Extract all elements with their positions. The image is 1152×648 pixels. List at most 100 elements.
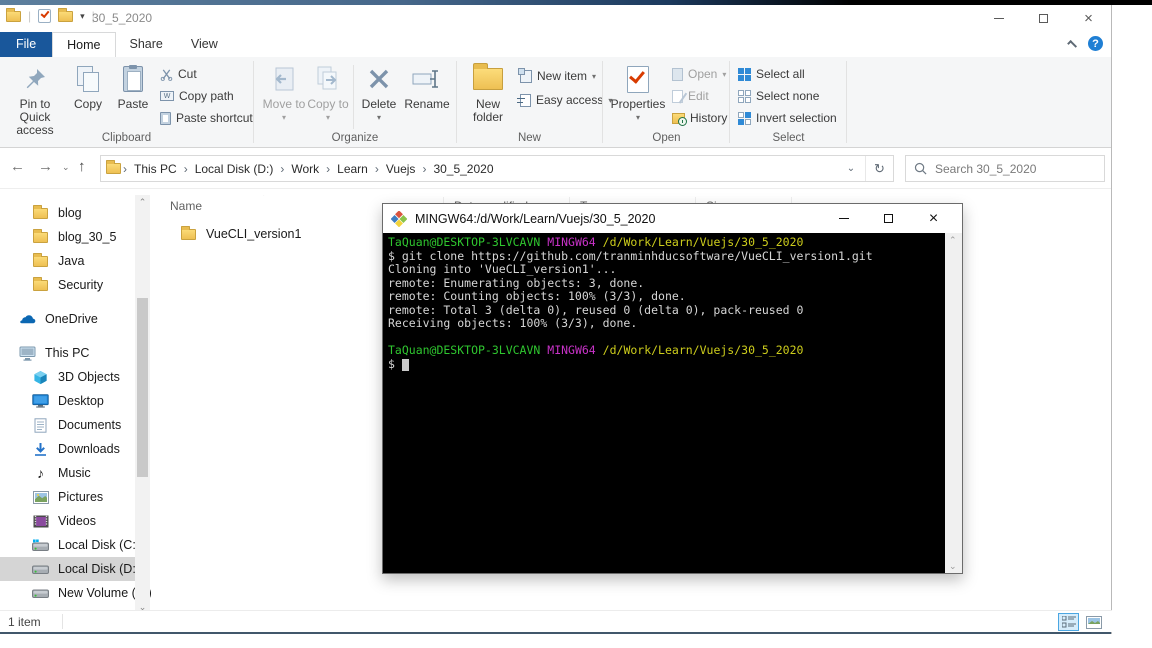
terminal-close-button[interactable]: × (911, 204, 956, 233)
copy-path-button[interactable]: W Copy path (160, 87, 234, 105)
terminal-scroll-up-icon[interactable]: ⌃ (949, 236, 957, 245)
rename-button[interactable]: Rename (401, 63, 453, 111)
folder-icon (105, 160, 122, 177)
invert-selection-button[interactable]: Invert selection (738, 109, 837, 127)
properties-button[interactable]: Properties ▾ (610, 63, 666, 124)
search-box[interactable] (905, 155, 1105, 182)
pin-to-quick-access-button[interactable]: Pin to Quick access (6, 63, 64, 137)
sidebar-item-local-disk-c[interactable]: Local Disk (C:) (0, 533, 140, 557)
minimize-button[interactable] (976, 5, 1021, 32)
maximize-button[interactable] (1021, 5, 1066, 32)
edit-button[interactable]: Edit (672, 87, 709, 105)
sidebar-item-onedrive[interactable]: OneDrive (0, 307, 135, 331)
dropdown-caret-icon: ▾ (722, 69, 727, 79)
sidebar-item-label: This PC (45, 346, 90, 360)
breadcrumb-item[interactable]: Local Disk (D:) (189, 162, 280, 176)
sidebar-item-desktop[interactable]: Desktop (0, 389, 135, 413)
sidebar-item-blog-30-5[interactable]: blog_30_5 (0, 225, 135, 249)
qat-customize-caret-icon[interactable]: ▾ (80, 11, 85, 22)
pin-icon (23, 63, 47, 95)
open-button[interactable]: Open ▾ (672, 65, 726, 83)
history-button[interactable]: History (672, 109, 727, 127)
tab-view[interactable]: View (177, 32, 232, 57)
sort-ascending-icon (255, 195, 265, 199)
tab-file[interactable]: File (0, 32, 53, 57)
sidebar-item-new-volume-e[interactable]: New Volume (E:) (0, 581, 152, 605)
tab-home[interactable]: Home (52, 32, 116, 57)
move-to-button[interactable]: Move to ▾ (262, 63, 306, 124)
sidebar-item-pictures[interactable]: Pictures (0, 485, 135, 509)
sidebar-item-3d-objects[interactable]: 3D Objects (0, 365, 135, 389)
terminal-scroll-down-icon[interactable]: ⌄ (949, 562, 957, 571)
close-button[interactable]: × (1066, 5, 1111, 32)
terminal-titlebar[interactable]: MINGW64:/d/Work/Learn/Vuejs/30_5_2020 × (383, 204, 962, 233)
address-dropdown-icon[interactable]: ⌄ (837, 156, 865, 181)
cut-button[interactable]: Cut (160, 65, 197, 83)
sidebar-item-label: blog (58, 206, 82, 220)
sidebar-item-music[interactable]: ♪ Music (0, 461, 135, 485)
terminal-output: TaQuan@DESKTOP-3LVCAVN MINGW64 /d/Work/L… (388, 235, 942, 371)
sidebar-item-local-disk-d[interactable]: Local Disk (D:) (0, 557, 140, 581)
terminal-console[interactable]: TaQuan@DESKTOP-3LVCAVN MINGW64 /d/Work/L… (383, 233, 962, 573)
dropdown-caret-icon: ▾ (281, 113, 286, 122)
sidebar-item-java[interactable]: Java (0, 249, 135, 273)
sidebar-item-label: Videos (58, 514, 96, 528)
terminal-scrollbar[interactable]: ⌃ ⌄ (945, 233, 962, 573)
breadcrumb-item[interactable]: Learn (331, 162, 374, 176)
select-none-button[interactable]: Select none (738, 87, 819, 105)
search-input[interactable] (935, 161, 1085, 176)
group-label-select: Select (772, 132, 805, 144)
sidebar-item-blog[interactable]: blog (0, 201, 135, 225)
ribbon-tabs: File Home Share View ? (0, 32, 1111, 57)
sidebar-item-security[interactable]: Security (0, 273, 135, 297)
sidebar-scrollbar-thumb[interactable] (137, 298, 148, 477)
qat-properties-icon[interactable] (38, 8, 52, 23)
help-icon[interactable]: ? (1088, 36, 1103, 51)
delete-button[interactable]: Delete ▾ (357, 63, 401, 124)
new-folder-button[interactable]: New folder (462, 63, 514, 124)
sidebar-item-label: Music (58, 466, 91, 480)
large-icons-view-button[interactable] (1083, 613, 1104, 631)
tab-share[interactable]: Share (116, 32, 177, 57)
scroll-up-icon[interactable]: ⌃ (135, 195, 150, 210)
dropdown-caret-icon: ▾ (635, 113, 640, 122)
paste-icon (123, 63, 143, 95)
copy-to-button[interactable]: Copy to ▾ (306, 63, 350, 124)
terminal-minimize-button[interactable] (821, 204, 866, 233)
breadcrumb-item[interactable]: This PC (128, 162, 183, 176)
terminal-line: Receiving objects: 100% (3/3), done. (388, 316, 638, 330)
search-icon (914, 162, 927, 175)
collapse-ribbon-icon[interactable] (1067, 39, 1078, 50)
qat-new-folder-icon[interactable] (58, 7, 74, 22)
address-breadcrumb-bar[interactable]: › This PC › Local Disk (D:) › Work › Learn › Vue… (100, 155, 894, 182)
copy-button[interactable]: Copy (68, 63, 108, 111)
recent-locations-caret-icon[interactable]: ⌄ (62, 162, 70, 173)
refresh-icon[interactable]: ↻ (865, 156, 893, 181)
paste-shortcut-icon (160, 111, 171, 125)
sidebar-item-this-pc[interactable]: This PC (0, 341, 135, 365)
up-icon[interactable]: ↑ (78, 158, 86, 175)
paste-button[interactable]: Paste (112, 63, 154, 111)
sidebar-item-documents[interactable]: Documents (0, 413, 135, 437)
breadcrumb-item[interactable]: 30_5_2020 (427, 162, 499, 176)
sidebar-scrollbar[interactable]: ⌃ ⌄ (135, 195, 150, 615)
sidebar-item-downloads[interactable]: Downloads (0, 437, 135, 461)
sidebar-item-label: Documents (58, 418, 122, 432)
sidebar-item-videos[interactable]: Videos (0, 509, 135, 533)
paste-shortcut-button[interactable]: Paste shortcut (160, 109, 253, 127)
select-all-button[interactable]: Select all (738, 65, 805, 83)
new-item-button[interactable]: New item ▾ (518, 67, 596, 85)
explorer-titlebar[interactable]: | ▾ | 30_5_2020 × (0, 5, 1111, 32)
mintty-terminal-window[interactable]: MINGW64:/d/Work/Learn/Vuejs/30_5_2020 × … (382, 203, 963, 574)
easy-access-button[interactable]: Easy access ▾ (517, 91, 612, 109)
back-icon[interactable]: ← (10, 158, 25, 175)
forward-icon[interactable]: → (38, 158, 53, 175)
terminal-line: remote: Total 3 (delta 0), reused 0 (del… (388, 302, 804, 317)
terminal-maximize-button[interactable] (866, 204, 911, 233)
breadcrumb-item[interactable]: Vuejs (380, 162, 422, 176)
details-view-button[interactable] (1058, 613, 1079, 631)
sidebar-item-label: Pictures (58, 490, 104, 504)
history-icon (672, 112, 687, 126)
breadcrumb-item[interactable]: Work (285, 162, 325, 176)
